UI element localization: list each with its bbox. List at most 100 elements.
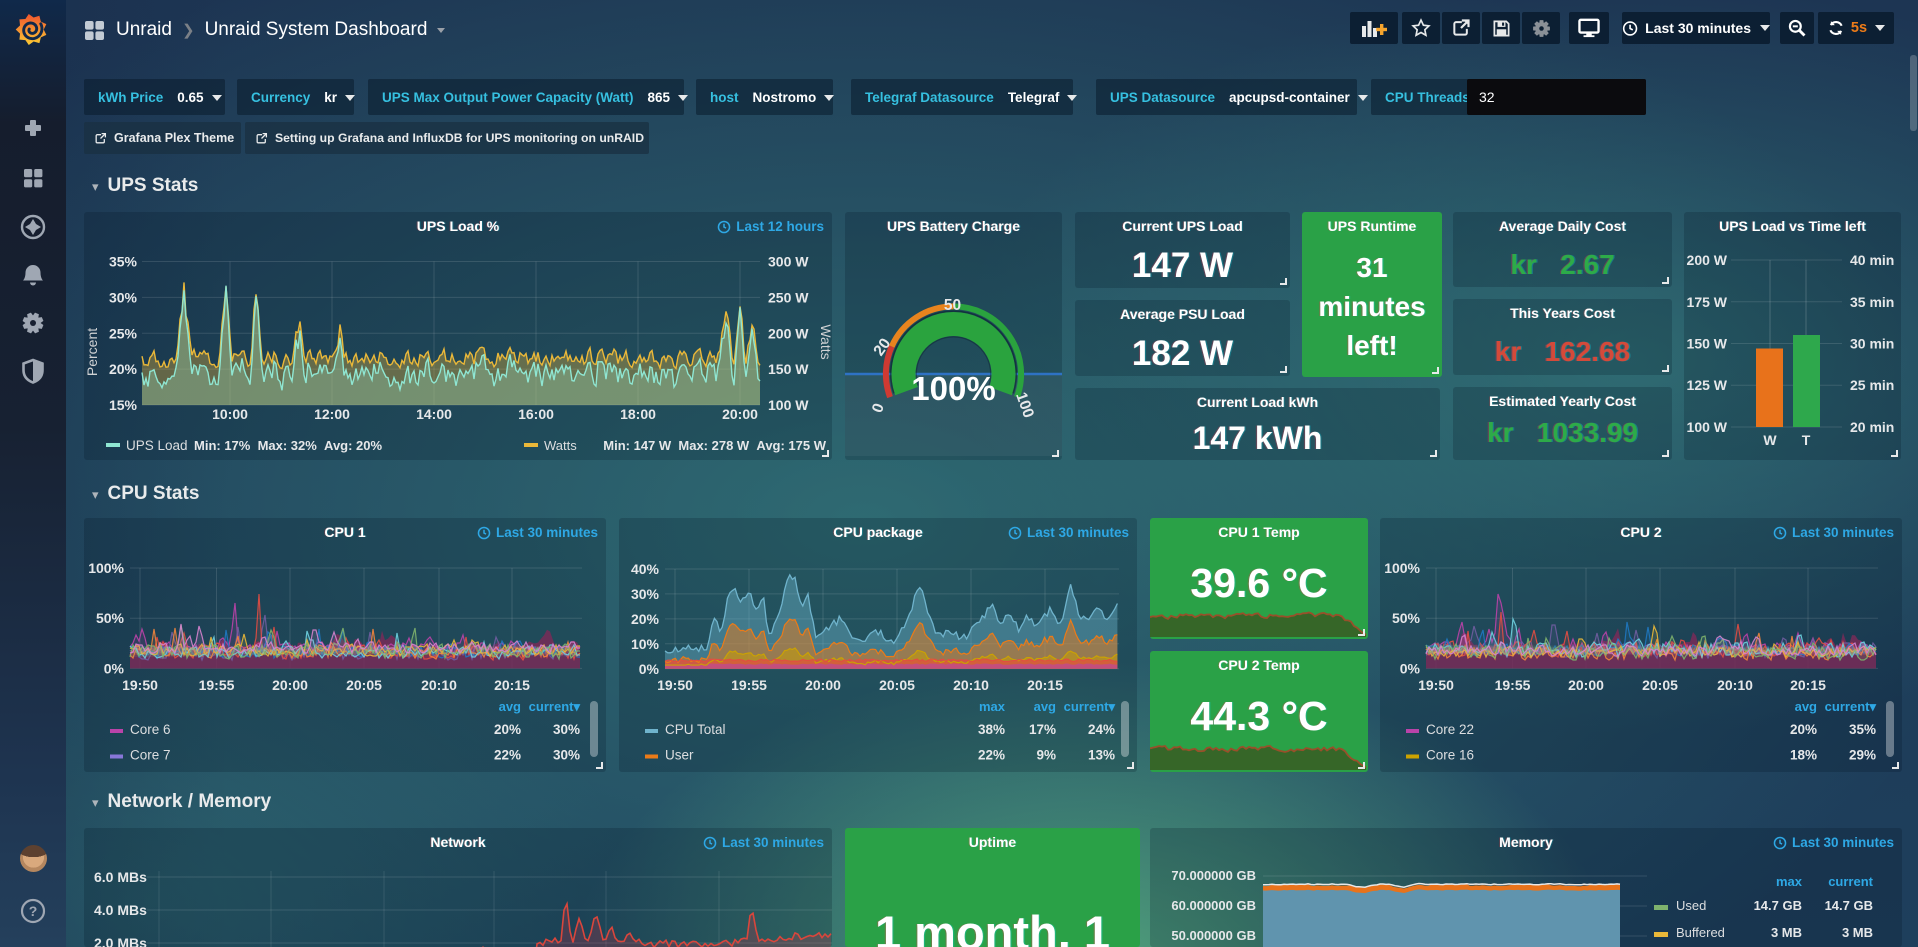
svg-text:Core 22: Core 22 [1426,722,1474,737]
svg-text:20:15: 20:15 [494,677,530,693]
svg-text:200 W: 200 W [768,325,809,341]
svg-text:avg: avg [499,699,521,714]
svg-text:20:00: 20:00 [272,677,308,693]
svg-text:300 W: 300 W [768,254,809,270]
svg-text:?: ? [29,903,38,919]
svg-text:Percent: Percent [84,328,100,376]
svg-text:18:00: 18:00 [620,406,656,422]
svg-text:20:10: 20:10 [1717,677,1753,693]
svg-text:100%: 100% [1384,560,1420,576]
svg-text:10:00: 10:00 [212,406,248,422]
svg-text:0%: 0% [1400,660,1421,676]
svg-text:19:50: 19:50 [122,677,158,693]
svg-text:40 min: 40 min [1850,252,1894,268]
svg-text:20%: 20% [109,361,138,377]
svg-text:current▾: current▾ [1825,699,1877,714]
svg-text:40%: 40% [631,561,660,577]
svg-text:20:15: 20:15 [1790,677,1826,693]
svg-text:19:55: 19:55 [731,677,767,693]
svg-text:18%: 18% [1790,748,1817,763]
svg-text:30%: 30% [553,748,580,763]
svg-text:19:55: 19:55 [199,677,235,693]
svg-text:50%: 50% [1392,610,1421,626]
svg-text:70.000000 GB: 70.000000 GB [1171,868,1256,883]
svg-text:20:05: 20:05 [346,677,382,693]
svg-text:30%: 30% [631,586,660,602]
svg-text:current: current [1828,874,1873,889]
svg-text:Min: 17% Max: 32% Avg: 20%: Min: 17% Max: 32% Avg: 20% [194,438,383,453]
svg-text:25%: 25% [109,325,138,341]
svg-text:100%: 100% [88,560,124,576]
svg-text:100 W: 100 W [768,397,809,413]
svg-text:22%: 22% [494,748,521,763]
svg-text:6.0 MBs: 6.0 MBs [94,869,147,885]
svg-text:19:55: 19:55 [1495,677,1531,693]
svg-text:3 MB: 3 MB [1842,925,1873,940]
svg-text:current▾: current▾ [1064,699,1116,714]
svg-text:20:00: 20:00 [1568,677,1604,693]
svg-text:14.7 GB: 14.7 GB [1754,898,1802,913]
svg-text:50%: 50% [96,610,125,626]
svg-text:W: W [1763,432,1777,448]
svg-text:20%: 20% [1790,722,1817,737]
svg-text:35%: 35% [1849,722,1876,737]
svg-text:0%: 0% [639,661,660,677]
svg-text:4.0 MBs: 4.0 MBs [94,902,147,918]
svg-text:20:10: 20:10 [421,677,457,693]
svg-text:Core 7: Core 7 [130,748,171,763]
svg-text:30%: 30% [553,722,580,737]
svg-text:250 W: 250 W [768,289,809,305]
svg-text:20%: 20% [631,611,660,627]
svg-text:22%: 22% [978,748,1005,763]
svg-text:17%: 17% [1029,722,1056,737]
svg-text:User: User [665,748,694,763]
svg-text:avg: avg [1795,699,1817,714]
svg-text:10%: 10% [631,636,660,652]
svg-text:Core 16: Core 16 [1426,748,1474,763]
svg-text:30 min: 30 min [1850,336,1894,352]
svg-text:Watts: Watts [544,438,577,453]
svg-text:max: max [1776,874,1803,889]
svg-text:29%: 29% [1849,748,1876,763]
svg-text:max: max [979,699,1006,714]
svg-text:100%: 100% [911,370,995,407]
svg-text:current▾: current▾ [529,699,581,714]
svg-text:20:00: 20:00 [722,406,758,422]
svg-text:125 W: 125 W [1687,377,1728,393]
svg-text:60.000000 GB: 60.000000 GB [1171,898,1256,913]
svg-text:3 MB: 3 MB [1771,925,1802,940]
svg-text:150 W: 150 W [768,361,809,377]
svg-text:20:15: 20:15 [1027,677,1063,693]
svg-text:35 min: 35 min [1850,294,1894,310]
svg-text:38%: 38% [978,722,1005,737]
svg-text:Used: Used [1676,898,1706,913]
svg-text:Min: 147 W Max: 278 W Avg: 1: Min: 147 W Max: 278 W Avg: 175 W [603,438,826,453]
svg-text:20:00: 20:00 [805,677,841,693]
svg-text:Core 6: Core 6 [130,722,171,737]
svg-text:13%: 13% [1088,748,1115,763]
svg-text:14.7 GB: 14.7 GB [1825,898,1873,913]
svg-text:50: 50 [944,297,961,314]
svg-text:30%: 30% [109,289,138,305]
svg-text:19:50: 19:50 [1418,677,1454,693]
svg-text:35%: 35% [109,254,138,270]
svg-text:0%: 0% [104,660,125,676]
svg-text:200 W: 200 W [1687,252,1728,268]
svg-text:25 min: 25 min [1850,377,1894,393]
svg-text:20:10: 20:10 [953,677,989,693]
svg-text:16:00: 16:00 [518,406,554,422]
svg-text:20%: 20% [494,722,521,737]
svg-text:19:50: 19:50 [657,677,693,693]
svg-text:20:05: 20:05 [1642,677,1678,693]
svg-text:50.000000 GB: 50.000000 GB [1171,928,1256,943]
svg-text:2.0 MBs: 2.0 MBs [94,935,147,947]
svg-text:24%: 24% [1088,722,1115,737]
svg-text:T: T [1802,432,1811,448]
svg-text:CPU Total: CPU Total [665,722,726,737]
svg-text:9%: 9% [1036,748,1056,763]
svg-text:20:05: 20:05 [879,677,915,693]
svg-text:Watts: Watts [818,324,832,359]
svg-text:175 W: 175 W [1687,294,1728,310]
svg-text:UPS Load: UPS Load [126,438,188,453]
svg-text:14:00: 14:00 [416,406,452,422]
